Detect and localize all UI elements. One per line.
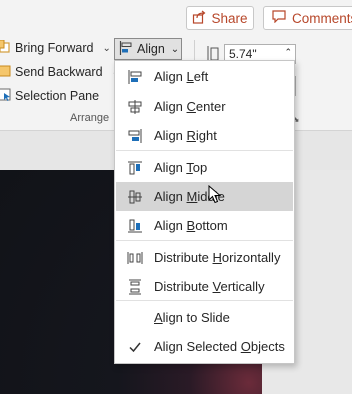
selection-pane-label: Selection Pane <box>15 89 100 103</box>
comments-button[interactable]: Comments <box>263 6 352 30</box>
shape-height-value: 5.74" <box>229 47 257 61</box>
menu-item-label: Align Bottom <box>154 218 228 233</box>
share-icon <box>192 10 206 27</box>
menu-item-align-bottom[interactable]: Align Bottom <box>116 211 293 240</box>
chevron-down-icon: ⌄ <box>170 43 180 55</box>
align-right-icon <box>116 128 154 144</box>
align-middle-icon <box>116 189 154 205</box>
menu-separator <box>116 150 293 151</box>
menu-item-align-left[interactable]: Align Left <box>116 62 293 91</box>
menu-item-align-top[interactable]: Align Top <box>116 153 293 182</box>
menu-item-label: Distribute Horizontally <box>154 250 281 265</box>
align-left-icon <box>116 69 154 85</box>
selection-pane-icon <box>0 88 12 105</box>
send-backward-button[interactable]: Send Backward ⌄ <box>0 61 120 83</box>
comment-icon <box>272 10 286 26</box>
menu-item-align-selected-objects[interactable]: Align Selected Objects <box>116 332 293 361</box>
comments-label: Comments <box>292 10 352 26</box>
menu-item-label: Align Top <box>154 160 208 175</box>
chevron-down-icon: ⌄ <box>102 42 111 54</box>
menu-item-align-center[interactable]: Align Center <box>116 92 293 121</box>
menu-item-label: Align Center <box>154 99 226 114</box>
send-backward-label: Send Backward <box>15 65 103 79</box>
ribbon-group-label: Arrange <box>70 112 110 124</box>
align-button-label: Align <box>137 42 165 56</box>
menu-item-label: Align to Slide <box>154 310 230 325</box>
share-label: Share <box>211 10 248 26</box>
align-dropdown-menu: Align Left Align Center Align Right Align T… <box>114 60 295 364</box>
menu-item-label: Align Left <box>154 69 209 84</box>
menu-item-label: Distribute Vertically <box>154 279 265 294</box>
align-icon <box>119 40 133 58</box>
share-button[interactable]: Share <box>186 6 254 30</box>
align-bottom-icon <box>116 218 154 234</box>
menu-item-label: Align Right <box>154 128 217 143</box>
menu-item-distribute-vertically[interactable]: Distribute Vertically <box>116 272 293 301</box>
bring-forward-label: Bring Forward <box>15 41 94 55</box>
menu-item-label: Align Selected Objects <box>154 339 285 354</box>
distribute-horizontally-icon <box>116 250 154 266</box>
menu-item-distribute-horizontally[interactable]: Distribute Horizontally <box>116 243 293 272</box>
menu-item-align-to-slide[interactable]: Align to Slide <box>116 303 293 332</box>
align-top-icon <box>116 160 154 176</box>
spin-up-icon[interactable]: ⌃ <box>284 43 292 61</box>
bring-forward-button[interactable]: Bring Forward ⌄ <box>0 37 111 59</box>
menu-item-align-right[interactable]: Align Right <box>116 121 293 150</box>
menu-item-align-middle[interactable]: Align Middle <box>116 182 293 211</box>
send-backward-icon <box>0 64 12 81</box>
mouse-cursor-icon <box>208 184 222 205</box>
align-button[interactable]: Align ⌄ <box>114 38 182 60</box>
distribute-vertically-icon <box>116 279 154 295</box>
bring-forward-icon <box>0 39 12 57</box>
selection-pane-button[interactable]: Selection Pane <box>0 85 99 107</box>
align-center-icon <box>116 99 154 115</box>
menu-separator <box>116 240 293 241</box>
checkmark-icon <box>116 340 154 354</box>
